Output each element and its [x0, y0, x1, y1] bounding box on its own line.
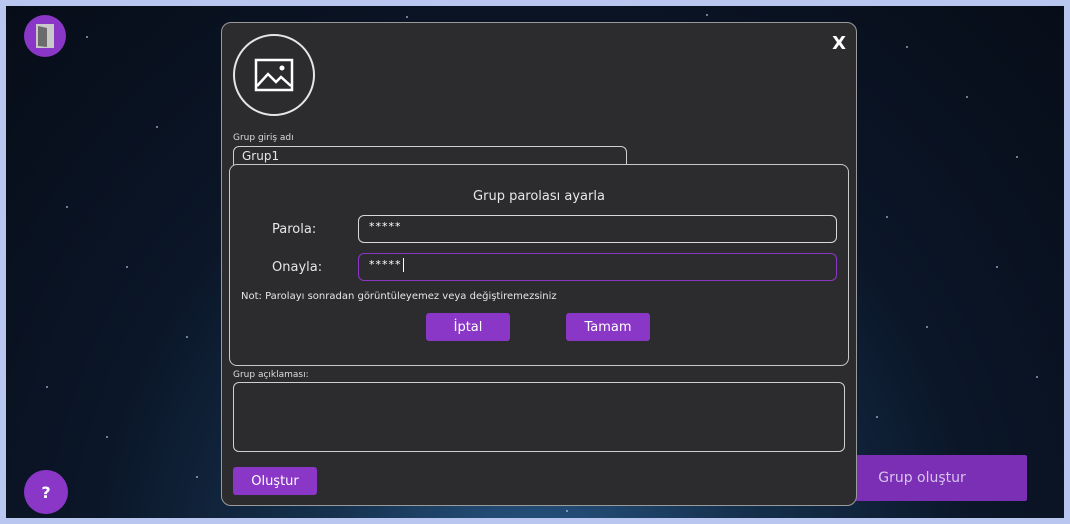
ok-button[interactable]: Tamam [566, 313, 650, 341]
star [46, 386, 48, 388]
confirm-password-input[interactable]: ***** [358, 253, 837, 281]
password-value: ***** [369, 220, 402, 233]
star [906, 46, 908, 48]
cancel-button[interactable]: İptal [426, 313, 510, 341]
star [966, 96, 968, 98]
star [196, 476, 198, 478]
password-dialog-title: Grup parolası ayarla [473, 189, 605, 204]
star [106, 436, 108, 438]
password-input[interactable]: ***** [358, 215, 837, 243]
password-note: Not: Parolayı sonradan görüntüleyemez ve… [241, 291, 557, 302]
group-avatar-button[interactable] [233, 34, 315, 116]
confirm-value: ***** [369, 258, 402, 271]
star [126, 266, 128, 268]
confirm-label: Onayla: [272, 260, 323, 275]
door-exit-icon [36, 24, 54, 48]
star [1016, 156, 1018, 158]
star [876, 416, 878, 418]
text-caret [402, 258, 404, 272]
star [156, 126, 158, 128]
exit-button[interactable] [24, 15, 66, 57]
password-dialog: Grup parolası ayarla Parola: ***** Onayl… [229, 164, 849, 366]
star [406, 16, 408, 18]
star [66, 206, 68, 208]
help-button[interactable]: ? [24, 470, 68, 514]
star [1036, 376, 1038, 378]
star [706, 14, 708, 16]
image-placeholder-icon [254, 58, 294, 92]
star [926, 326, 928, 328]
star [186, 336, 188, 338]
star [566, 510, 568, 512]
password-label: Parola: [272, 222, 317, 237]
group-login-name-label: Grup giriş adı [233, 133, 294, 143]
star [886, 216, 888, 218]
star [86, 36, 88, 38]
group-description-input[interactable] [233, 382, 845, 452]
group-description-label: Grup açıklaması: [233, 370, 309, 380]
create-button[interactable]: Oluştur [233, 467, 317, 495]
star [996, 266, 998, 268]
close-button[interactable]: X [832, 33, 846, 54]
